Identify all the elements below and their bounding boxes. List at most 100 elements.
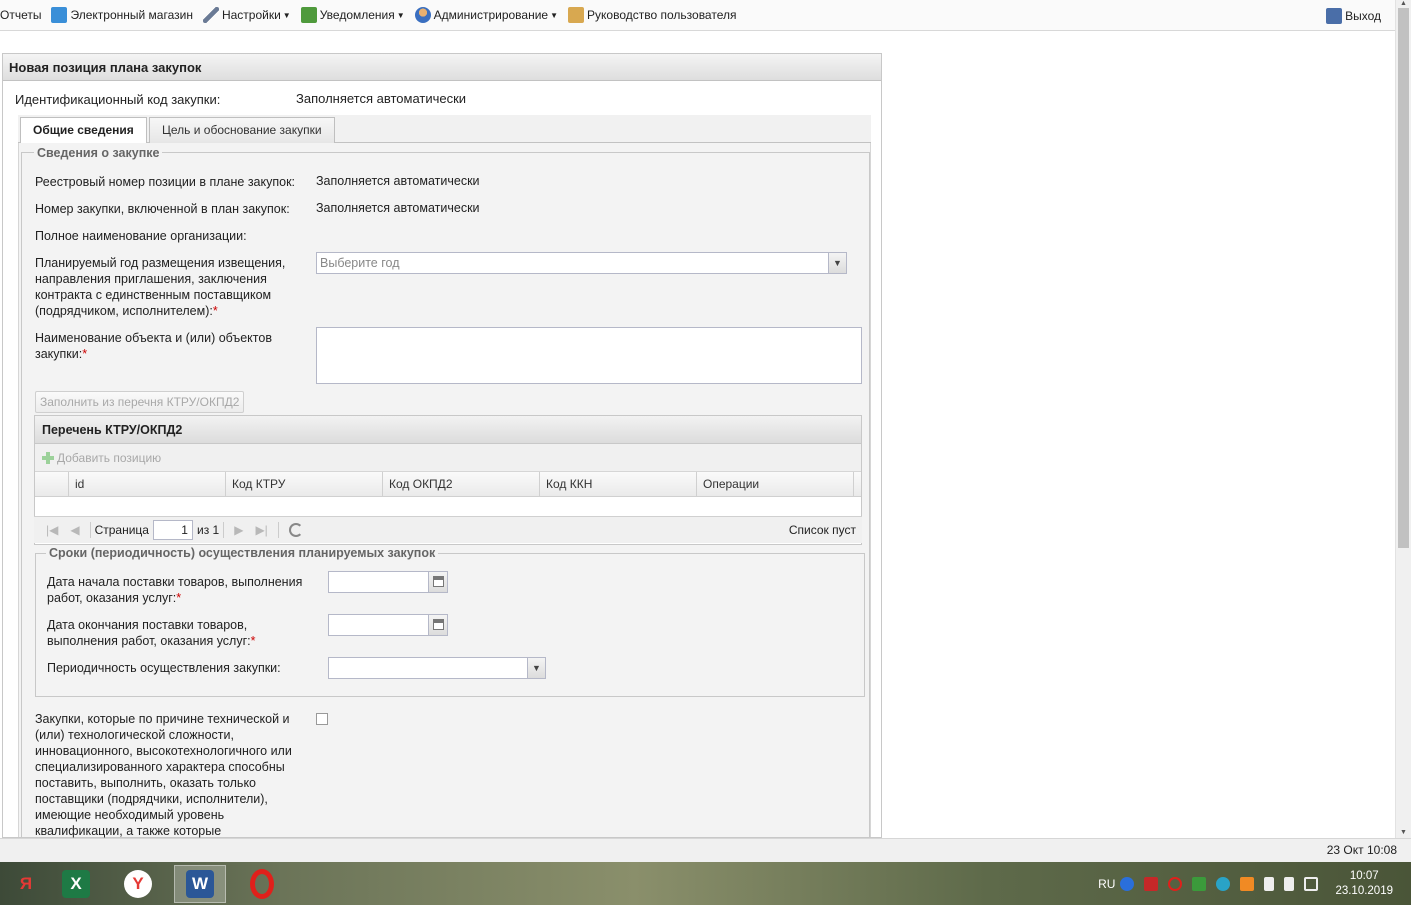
scroll-thumb[interactable] [1398, 8, 1409, 548]
column-header-ktru[interactable]: Код КТРУ [226, 472, 383, 496]
taskbar-word[interactable]: W [174, 865, 226, 903]
scroll-down-arrow-icon[interactable]: ▼ [1400, 829, 1407, 836]
menu-reports[interactable]: Отчеты [0, 0, 46, 31]
column-header-operations[interactable]: Операции [697, 472, 854, 496]
network-icon[interactable] [1304, 876, 1319, 891]
calendar-button[interactable] [428, 615, 447, 635]
fill-from-ktru-button[interactable]: Заполнить из перечня КТРУ/ОКПД2 [35, 391, 245, 413]
plan-year-select[interactable]: Выберите год ▼ [316, 252, 847, 274]
end-date-field[interactable] [328, 614, 448, 636]
org-name-label: Полное наименование организации: [35, 229, 247, 243]
registry-number-label: Реестровый номер позиции в плане закупок… [35, 175, 296, 189]
chevron-down-icon: ▼ [396, 10, 405, 20]
taskbar: Я X Y W RU 10:07 23.10.2019 [0, 862, 1411, 905]
grid-empty-message: Список пуст [788, 523, 856, 537]
page-label: Страница [94, 523, 149, 537]
complexity-checkbox[interactable] [316, 713, 328, 725]
terms-legend: Сроки (периодичность) осуществления план… [46, 546, 439, 560]
periodicity-label: Периодичность осуществления закупки: [47, 661, 281, 675]
ktru-grid-title: Перечень КТРУ/ОКПД2 [35, 416, 861, 444]
taskbar-yandex-browser[interactable]: Y [112, 865, 164, 903]
flag-icon[interactable] [1284, 876, 1295, 891]
object-name-textarea[interactable] [316, 327, 862, 384]
refresh-icon[interactable] [288, 523, 303, 537]
tab-general[interactable]: Общие сведения [20, 117, 147, 144]
prev-page-icon[interactable]: ◀ [70, 523, 79, 537]
object-name-label-text: Наименование объекта и (или) объектов за… [35, 331, 272, 361]
grid-row-number-header [35, 472, 69, 496]
page-scrollbar[interactable]: ▲ ▼ [1395, 0, 1411, 838]
panel-title: Новая позиция плана закупок [3, 54, 881, 81]
chevron-down-icon[interactable]: ▼ [828, 253, 846, 273]
chevron-down-icon[interactable]: ▼ [527, 658, 545, 678]
language-indicator[interactable]: RU [1098, 877, 1115, 891]
shop-icon [51, 7, 68, 23]
menu-settings-label: Настройки [221, 8, 281, 22]
start-date-label-text: Дата начала поставки товаров, выполнения… [47, 575, 303, 605]
yandex-browser-icon: Y [124, 870, 152, 898]
purchase-number-value: Заполняется автоматически [316, 201, 480, 215]
required-mark: * [250, 634, 256, 648]
antivirus-icon[interactable] [1144, 876, 1159, 891]
tab-strip: Общие сведения Цель и обоснование закупк… [18, 115, 871, 144]
menu-settings[interactable]: Настройки ▼ [198, 0, 296, 31]
column-header-okpd2[interactable]: Код ОКПД2 [383, 472, 540, 496]
next-page-icon[interactable]: ▶ [234, 523, 243, 537]
add-position-button[interactable]: Добавить позицию [57, 451, 161, 465]
word-icon: W [186, 870, 214, 898]
pager-separator [89, 522, 91, 538]
clock-time: 10:07 [1349, 869, 1379, 882]
purchase-info-legend: Сведения о закупке [34, 146, 163, 160]
chevron-down-icon: ▼ [282, 10, 291, 20]
chevron-down-icon: ▼ [550, 10, 559, 20]
menu-admin-label: Администрирование [433, 8, 549, 22]
menu-shop[interactable]: Электронный магазин [46, 0, 197, 31]
end-date-label-text: Дата окончания поставки товаров, выполне… [47, 618, 251, 648]
column-header-kkn[interactable]: Код ККН [540, 472, 697, 496]
end-date-label: Дата окончания поставки товаров, выполне… [47, 617, 317, 649]
menu-manual[interactable]: Руководство пользователя [563, 0, 741, 31]
start-date-label: Дата начала поставки товаров, выполнения… [47, 574, 327, 606]
calendar-button[interactable] [428, 572, 447, 592]
first-page-icon[interactable]: |◀ [46, 523, 58, 537]
periodicity-select[interactable]: ▼ [328, 657, 546, 679]
status-datetime: 23 Окт 10:08 [1326, 843, 1397, 857]
purchase-number-label: Номер закупки, включенной в план закупок… [35, 202, 290, 216]
menu-admin[interactable]: Администрирование ▼ [410, 0, 563, 31]
taskbar-yandex[interactable]: Я [0, 865, 52, 903]
ktru-grid-header: id Код КТРУ Код ОКПД2 Код ККН Операции [35, 472, 861, 497]
scroll-up-arrow-icon[interactable]: ▲ [1400, 0, 1407, 7]
start-date-field[interactable] [328, 571, 448, 593]
last-page-icon[interactable]: ▶| [255, 523, 267, 537]
opera-icon [250, 869, 274, 899]
wrench-icon [202, 7, 219, 23]
clock-date: 23.10.2019 [1335, 884, 1393, 897]
page-number-input[interactable]: 1 [152, 520, 193, 540]
taskbar-excel[interactable]: X [50, 865, 102, 903]
tab-goal-justification[interactable]: Цель и обоснование закупки [149, 117, 335, 143]
opera-tray-icon[interactable] [1168, 876, 1183, 891]
menu-notifications-label: Уведомления [319, 8, 395, 22]
logout-button[interactable]: Выход [1321, 0, 1386, 31]
update-icon[interactable] [1240, 876, 1255, 891]
calendar-icon [433, 576, 444, 587]
volume-icon[interactable] [1264, 876, 1275, 891]
column-header-id[interactable]: id [69, 472, 226, 496]
taskbar-clock[interactable]: 10:07 23.10.2019 [1335, 869, 1393, 899]
logout-label: Выход [1345, 8, 1381, 23]
validator-icon[interactable] [1192, 876, 1207, 891]
object-name-label: Наименование объекта и (или) объектов за… [35, 330, 305, 362]
menu-notifications[interactable]: Уведомления ▼ [296, 0, 410, 31]
network-app-icon[interactable] [1216, 876, 1231, 891]
taskbar-opera[interactable] [236, 865, 288, 903]
add-icon [41, 451, 55, 465]
menu-reports-label: Отчеты [0, 8, 42, 22]
menu-manual-label: Руководство пользователя [587, 8, 737, 22]
complexity-label: Закупки, которые по причине технической … [35, 712, 292, 838]
yandex-icon: Я [19, 874, 33, 893]
page-total-label: из 1 [196, 523, 220, 537]
manual-icon [568, 7, 585, 23]
ktru-grid-pager: |◀ ◀ Страница 1 из 1 ▶ ▶| Список пуст [34, 516, 862, 543]
calendar-icon [433, 619, 444, 630]
help-icon[interactable] [1120, 876, 1135, 891]
